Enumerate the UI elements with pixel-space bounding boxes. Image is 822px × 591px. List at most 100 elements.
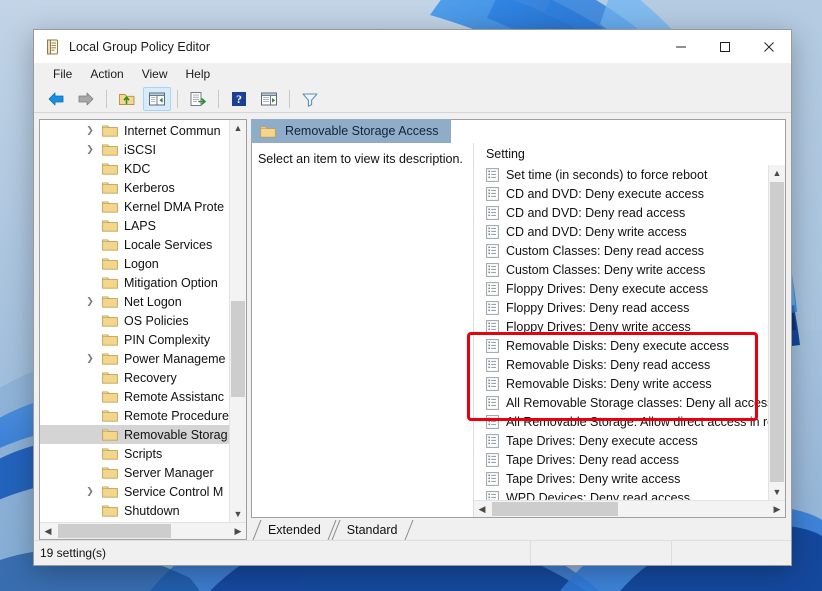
show-hide-action-pane-button[interactable] xyxy=(255,87,283,111)
policy-setting-icon xyxy=(486,168,499,182)
tree-item-kdc[interactable]: KDC xyxy=(40,159,229,178)
tree-item-iscsi[interactable]: ❯iSCSI xyxy=(40,140,229,159)
setting-row[interactable]: Tape Drives: Deny execute access xyxy=(474,431,768,450)
tree-item-kernel-dma-prote[interactable]: Kernel DMA Prote xyxy=(40,197,229,216)
minimize-button[interactable] xyxy=(659,30,703,63)
scroll-right-icon[interactable]: ▶ xyxy=(769,501,785,517)
tree-item-os-policies[interactable]: OS Policies xyxy=(40,311,229,330)
setting-row[interactable]: All Removable Storage classes: Deny all … xyxy=(474,393,768,412)
settings-hscroll-thumb[interactable] xyxy=(492,502,618,516)
scroll-up-icon[interactable]: ▲ xyxy=(769,165,785,181)
tree-hscroll-thumb[interactable] xyxy=(58,524,171,538)
settings-vertical-scrollbar[interactable]: ▲ ▼ xyxy=(768,165,785,500)
setting-row[interactable]: Floppy Drives: Deny execute access xyxy=(474,279,768,298)
tree-item-locale-services[interactable]: Locale Services xyxy=(40,235,229,254)
setting-row[interactable]: Removable Disks: Deny read access xyxy=(474,355,768,374)
setting-label: Removable Disks: Deny read access xyxy=(506,358,710,372)
tree-item-server-manager[interactable]: Server Manager xyxy=(40,463,229,482)
setting-row[interactable]: Floppy Drives: Deny write access xyxy=(474,317,768,336)
scroll-down-icon[interactable]: ▼ xyxy=(769,484,785,500)
settings-list-container: Setting Set time (in seconds) to force r… xyxy=(473,143,785,517)
tree-item-label: Power Manageme xyxy=(124,352,225,366)
tree-item-mitigation-option[interactable]: Mitigation Option xyxy=(40,273,229,292)
policy-setting-icon xyxy=(486,244,499,258)
tree-item-scripts[interactable]: Scripts xyxy=(40,444,229,463)
setting-row[interactable]: Tape Drives: Deny write access xyxy=(474,469,768,488)
scroll-left-icon[interactable]: ◀ xyxy=(40,523,56,539)
toolbar-separator xyxy=(177,90,178,108)
show-hide-console-tree-button[interactable] xyxy=(143,87,171,111)
tree-item-pin-complexity[interactable]: PIN Complexity xyxy=(40,330,229,349)
tree-item-removable-storag[interactable]: Removable Storag xyxy=(40,425,229,444)
folder-icon xyxy=(102,352,118,365)
menu-view[interactable]: View xyxy=(133,65,177,83)
menu-file[interactable]: File xyxy=(44,65,81,83)
scroll-right-icon[interactable]: ▶ xyxy=(230,523,246,539)
tree-item-remote-assistanc[interactable]: Remote Assistanc xyxy=(40,387,229,406)
forward-button[interactable] xyxy=(72,87,100,111)
tree-vertical-scrollbar[interactable]: ▲ ▼ xyxy=(229,120,246,522)
tree-item-label: Kernel DMA Prote xyxy=(124,200,224,214)
tree-horizontal-scrollbar[interactable]: ◀ ▶ xyxy=(40,522,246,539)
setting-row[interactable]: Custom Classes: Deny read access xyxy=(474,241,768,260)
tree-item-kerberos[interactable]: Kerberos xyxy=(40,178,229,197)
tree-item-laps[interactable]: LAPS xyxy=(40,216,229,235)
tree-item-remote-procedure[interactable]: Remote Procedure xyxy=(40,406,229,425)
tree-item-label: Net Logon xyxy=(124,295,182,309)
up-one-level-button[interactable] xyxy=(113,87,141,111)
policy-setting-icon xyxy=(486,206,499,220)
menu-action[interactable]: Action xyxy=(81,65,132,83)
chevron-right-icon[interactable]: ❯ xyxy=(84,296,96,307)
status-cell-3 xyxy=(671,541,791,565)
help-button[interactable]: ? xyxy=(225,87,253,111)
settings-horizontal-scrollbar[interactable]: ◀ ▶ xyxy=(474,500,785,517)
tree-item-label: Scripts xyxy=(124,447,162,461)
folder-icon xyxy=(102,466,118,479)
tree-item-shutdown[interactable]: Shutdown xyxy=(40,501,229,520)
setting-row[interactable]: Removable Disks: Deny write access xyxy=(474,374,768,393)
setting-row[interactable]: All Removable Storage: Allow direct acce… xyxy=(474,412,768,431)
export-list-button[interactable] xyxy=(184,87,212,111)
filter-button[interactable] xyxy=(296,87,324,111)
folder-icon xyxy=(102,181,118,194)
tree-item-internet-commun[interactable]: ❯Internet Commun xyxy=(40,121,229,140)
chevron-right-icon[interactable]: ❯ xyxy=(84,144,96,155)
scroll-left-icon[interactable]: ◀ xyxy=(474,501,490,517)
folder-icon xyxy=(102,504,118,517)
setting-row[interactable]: CD and DVD: Deny read access xyxy=(474,203,768,222)
console-tree[interactable]: ❯Internet Commun❯iSCSIKDCKerberos Kernel … xyxy=(40,120,229,522)
setting-row[interactable]: CD and DVD: Deny execute access xyxy=(474,184,768,203)
settings-scroll-thumb[interactable] xyxy=(770,182,784,482)
setting-label: WPD Devices: Deny read access xyxy=(506,491,690,501)
scroll-down-icon[interactable]: ▼ xyxy=(230,506,246,522)
settings-column-header[interactable]: Setting xyxy=(474,143,785,165)
setting-row[interactable]: CD and DVD: Deny write access xyxy=(474,222,768,241)
settings-list[interactable]: Set time (in seconds) to force rebootCD … xyxy=(474,165,768,500)
maximize-button[interactable] xyxy=(703,30,747,63)
tree-item-net-logon[interactable]: ❯ Net Logon xyxy=(40,292,229,311)
scroll-up-icon[interactable]: ▲ xyxy=(230,120,246,136)
tree-item-logon[interactable]: Logon xyxy=(40,254,229,273)
chevron-right-icon[interactable]: ❯ xyxy=(84,486,96,497)
setting-row[interactable]: Removable Disks: Deny execute access xyxy=(474,336,768,355)
menu-help[interactable]: Help xyxy=(177,65,220,83)
setting-label: Tape Drives: Deny execute access xyxy=(506,434,698,448)
setting-row[interactable]: Custom Classes: Deny write access xyxy=(474,260,768,279)
chevron-right-icon[interactable]: ❯ xyxy=(84,125,96,136)
window-controls xyxy=(659,30,791,63)
tab-standard[interactable]: Standard xyxy=(334,520,411,540)
setting-label: Custom Classes: Deny write access xyxy=(506,263,705,277)
tree-item-service-control-m[interactable]: ❯Service Control M xyxy=(40,482,229,501)
toolbar-separator xyxy=(289,90,290,108)
tree-scroll-thumb[interactable] xyxy=(231,301,245,397)
setting-row[interactable]: Floppy Drives: Deny read access xyxy=(474,298,768,317)
chevron-right-icon[interactable]: ❯ xyxy=(84,353,96,364)
setting-row[interactable]: WPD Devices: Deny read access xyxy=(474,488,768,500)
back-button[interactable] xyxy=(42,87,70,111)
setting-row[interactable]: Set time (in seconds) to force reboot xyxy=(474,165,768,184)
tab-extended[interactable]: Extended xyxy=(255,520,334,540)
tree-item-recovery[interactable]: Recovery xyxy=(40,368,229,387)
close-button[interactable] xyxy=(747,30,791,63)
tree-item-power-manageme[interactable]: ❯ Power Manageme xyxy=(40,349,229,368)
setting-row[interactable]: Tape Drives: Deny read access xyxy=(474,450,768,469)
